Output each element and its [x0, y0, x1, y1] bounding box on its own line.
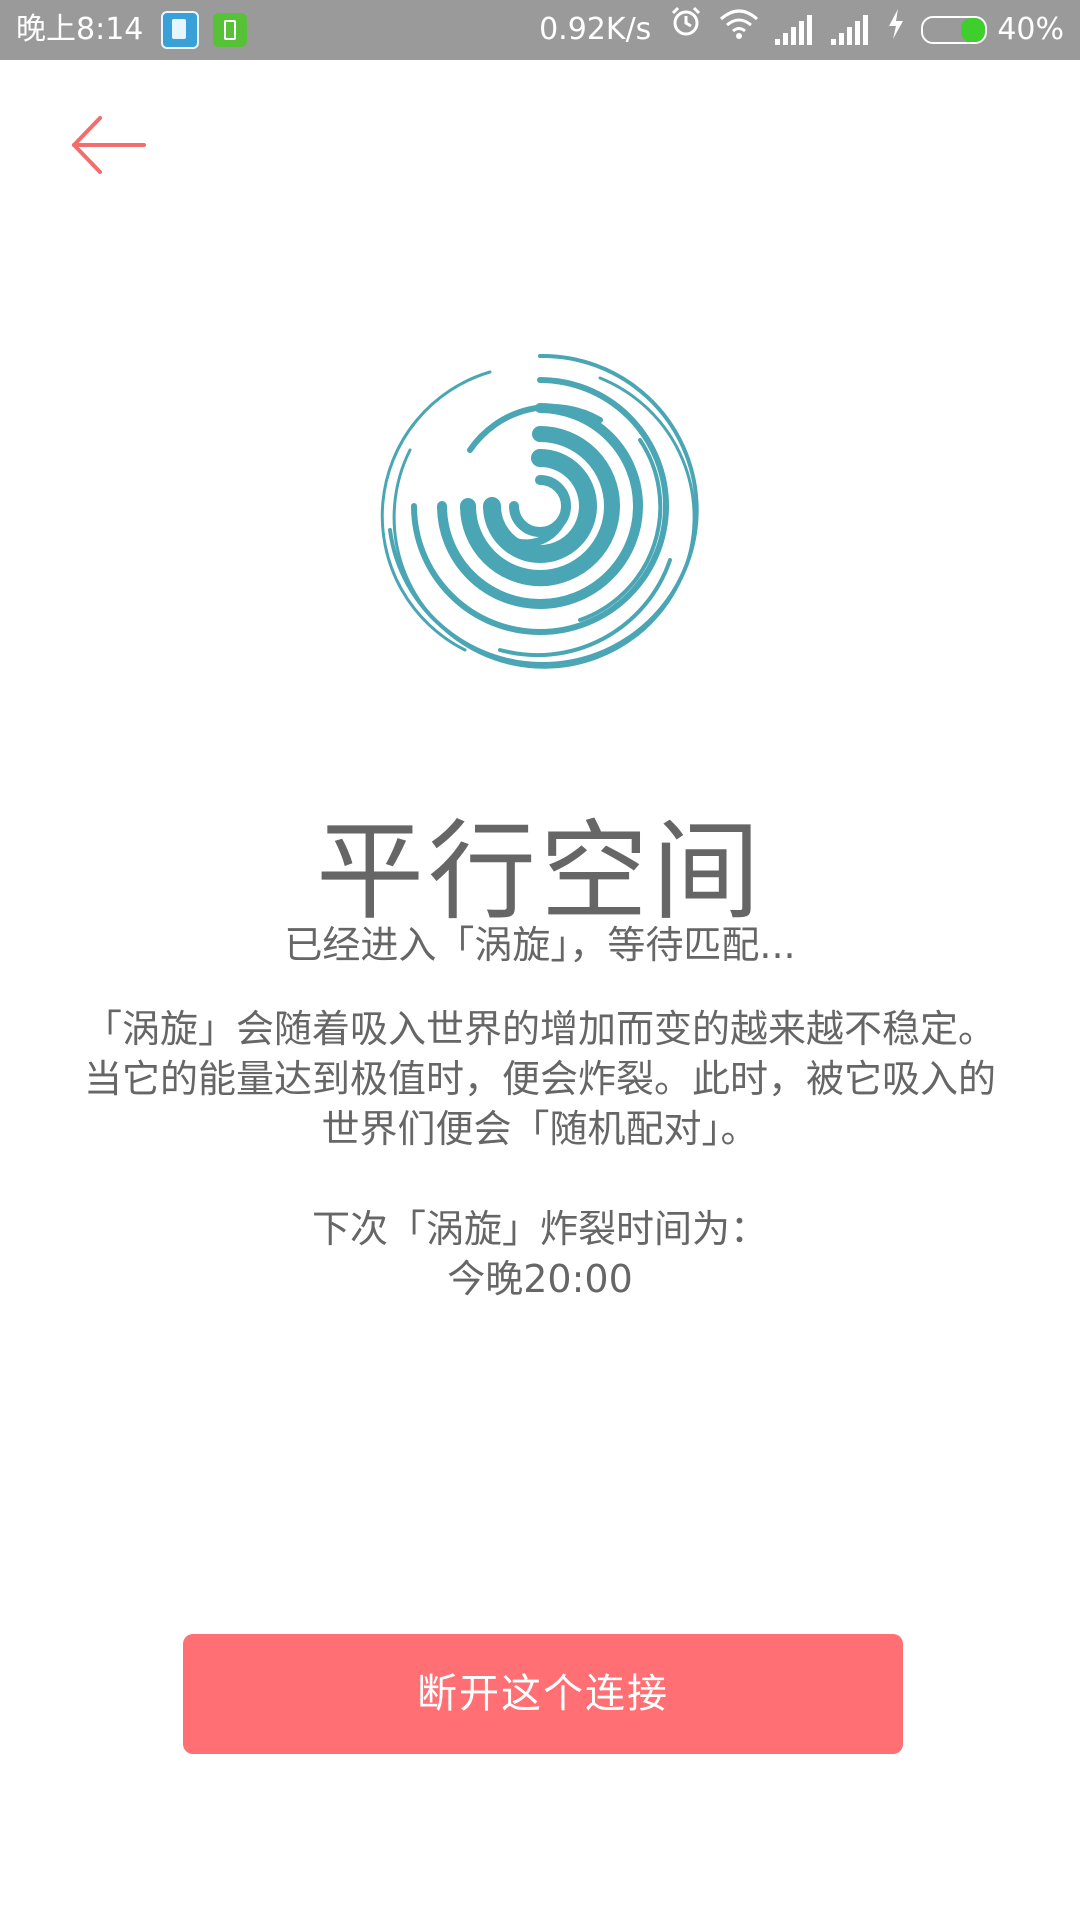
signal-icon — [775, 15, 815, 45]
status-bar-right: 0.92K/s 40% — [539, 0, 1064, 60]
wifi-icon — [719, 0, 759, 60]
status-bar: 晚上8:14 0.92K/s 40% — [0, 0, 1080, 60]
battery-fill — [960, 18, 986, 42]
status-subtitle: 已经进入「涡旋」，等待匹配... — [284, 923, 796, 967]
vortex-icon — [380, 353, 699, 669]
status-time: 晚上8:14 — [16, 12, 144, 47]
battery-icon — [921, 16, 988, 44]
battery-percent: 40% — [997, 12, 1064, 47]
network-speed: 0.92K/s — [539, 12, 652, 47]
vortex-logo — [370, 330, 710, 690]
book-app-icon — [161, 11, 200, 49]
next-burst-time: 今晚20:00 — [447, 1257, 633, 1301]
status-bar-left: 晚上8:14 — [16, 0, 261, 60]
alarm-icon — [669, 0, 703, 60]
signal-icon — [831, 15, 871, 45]
charging-icon — [887, 0, 905, 60]
vortex-description: 「涡旋」会随着吸入世界的增加而变的越来越不稳定。当它的能量达到极值时，便会炸裂。… — [83, 1007, 996, 1151]
disconnect-button[interactable]: 断开这个连接 — [183, 1634, 903, 1754]
back-arrow-icon — [72, 116, 146, 174]
next-burst-label: 下次「涡旋」炸裂时间为： — [311, 1207, 768, 1251]
battery-app-icon — [213, 13, 248, 47]
back-button[interactable] — [70, 110, 150, 180]
